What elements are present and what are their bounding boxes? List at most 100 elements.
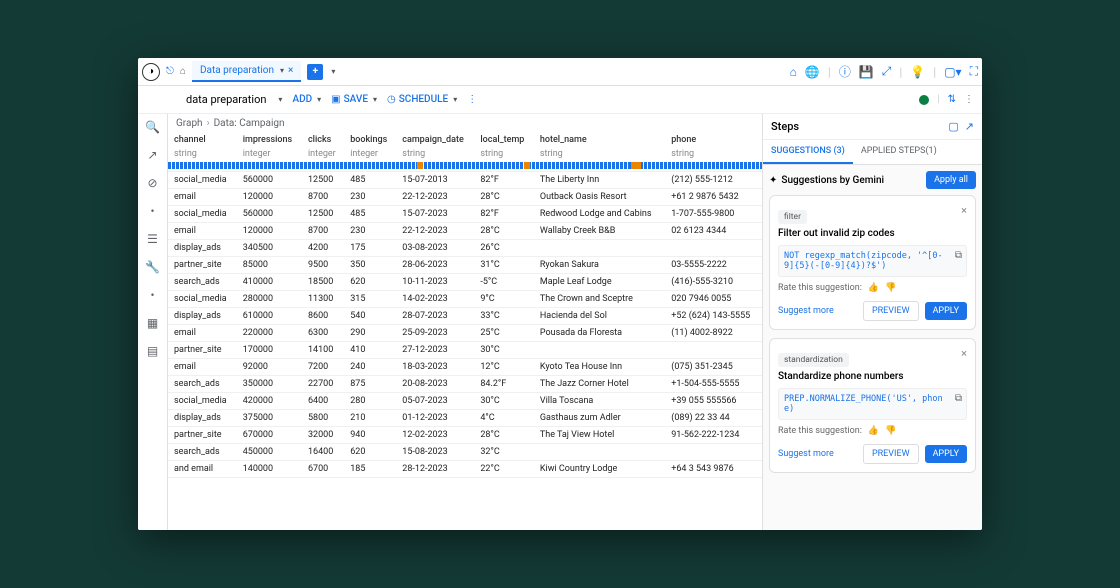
table-row[interactable]: partner_site1700001410041027-12-202330°C [168,341,762,358]
home-icon[interactable]: ⌂ [790,65,797,79]
table-row[interactable]: email220000630029025-09-202325°CPousada … [168,324,762,341]
table-row[interactable]: email92000720024018-03-202312°CKyoto Tea… [168,358,762,375]
col-clicks[interactable]: clicks [302,133,344,147]
list-icon[interactable]: ☰ [147,232,158,246]
table-row[interactable]: social_media420000640028005-07-202330°CV… [168,392,762,409]
wrench-icon[interactable]: 🔧 [145,260,160,274]
suggest-more-link[interactable]: Suggest more [778,449,834,459]
col-hotel_name[interactable]: hotel_name [534,133,665,147]
chevron-down-icon[interactable] [278,65,284,76]
thumbs-down-icon[interactable]: 👎 [885,426,896,436]
table-row[interactable]: search_ads4100001850062010-11-2023-5°CMa… [168,273,762,290]
save-button[interactable]: ▣ SAVE [331,94,377,105]
close-icon[interactable]: × [961,204,967,217]
dot-icon[interactable]: • [150,288,154,302]
app-logo-icon: ◑ [142,63,160,81]
home-icon[interactable]: ⌂ [180,66,186,77]
col-type: integer [302,147,344,161]
sort-icon[interactable]: ⇅ [948,94,956,105]
cell: 120000 [237,222,302,239]
tab-applied-steps[interactable]: APPLIED STEPS(1) [853,140,945,164]
more-icon[interactable]: ⋮ [467,94,477,105]
info-icon[interactable]: ⓘ [839,63,851,80]
table-row[interactable]: partner_site6700003200094012-02-202328°C… [168,426,762,443]
nav-icon[interactable]: ⎋ [166,66,174,77]
cell: and email [168,460,237,477]
cell: 185 [344,460,396,477]
table-row[interactable]: social_media5600001250048515-07-201382°F… [168,171,762,188]
table-row[interactable]: email120000870023022-12-202328°COutback … [168,188,762,205]
schedule-button[interactable]: ◷ SCHEDULE [387,94,457,105]
more-icon[interactable]: ⋮ [964,94,974,105]
chart-icon[interactable]: ▤ [147,344,158,358]
cell [665,341,762,358]
preview-button[interactable]: PREVIEW [863,444,919,464]
table-row[interactable]: social_media2800001130031514-02-20239°CT… [168,290,762,307]
col-campaign_date[interactable]: campaign_date [396,133,474,147]
cell: +52 (624) 143-5555 [665,307,762,324]
table-row[interactable]: social_media5600001250048515-07-202382°F… [168,205,762,222]
flow-icon[interactable]: ↗ [147,148,157,162]
cell: 25-09-2023 [396,324,474,341]
col-impressions[interactable]: impressions [237,133,302,147]
tab-data-preparation[interactable]: Data preparation × [192,61,301,82]
thumbs-down-icon[interactable]: 👎 [885,283,896,293]
popout-icon[interactable]: ↗ [965,120,974,133]
cell: 03-08-2023 [396,239,474,256]
col-phone[interactable]: phone [665,133,762,147]
breadcrumb-graph[interactable]: Graph [176,118,203,129]
table-row[interactable]: display_ads610000860054028-07-202333°CHa… [168,307,762,324]
apply-all-button[interactable]: Apply all [926,171,976,189]
globe-icon[interactable]: 🌐 [805,65,820,79]
fullscreen-icon[interactable]: ⛶ [970,64,978,79]
table-row[interactable]: display_ads340500420017503-08-202326°C [168,239,762,256]
left-rail: 🔍 ↗ ⊘ • ☰ 🔧 • ▦ ▤ [138,114,168,530]
bulb-icon[interactable]: 💡 [910,65,925,79]
col-type: string [396,147,474,161]
close-icon[interactable]: × [961,347,967,360]
dot-icon[interactable]: • [150,204,154,218]
table-row[interactable]: display_ads375000580021001-12-20234°CGas… [168,409,762,426]
cell: 420000 [237,392,302,409]
cell: +1-504-555-5555 [665,375,762,392]
check-icon[interactable]: ⊘ [147,176,157,190]
add-button[interactable]: ADD [292,94,321,105]
apply-button[interactable]: APPLY [925,445,967,463]
table-row[interactable]: search_ads3500002270087520-08-202384.2°F… [168,375,762,392]
cell: 940 [344,426,396,443]
search-icon[interactable]: 🔍 [145,120,160,134]
copy-icon[interactable]: ⧉ [955,250,962,261]
cell: 12°C [474,358,534,375]
cell: 18500 [302,273,344,290]
table-row[interactable]: partner_site85000950035028-06-202331°CRy… [168,256,762,273]
window-icon[interactable]: ▢▾ [944,65,961,79]
cell: 4°C [474,409,534,426]
col-bookings[interactable]: bookings [344,133,396,147]
new-tab-button[interactable]: + [307,64,323,80]
thumbs-up-icon[interactable]: 👍 [868,426,879,436]
col-local_temp[interactable]: local_temp [474,133,534,147]
preview-button[interactable]: PREVIEW [863,301,919,321]
expand-icon[interactable]: ⤢ [882,64,892,79]
close-icon[interactable]: × [288,65,293,76]
col-channel[interactable]: channel [168,133,237,147]
table-row[interactable]: and email140000670018528-12-202322°CKiwi… [168,460,762,477]
thumbs-up-icon[interactable]: 👍 [868,283,879,293]
cell: 28-12-2023 [396,460,474,477]
chevron-down-icon[interactable] [276,94,282,105]
chevron-down-icon[interactable] [329,66,335,77]
panel-icon[interactable]: ▢ [948,120,958,133]
tab-suggestions[interactable]: SUGGESTIONS (3) [763,140,853,164]
table-row[interactable]: email120000870023022-12-202328°CWallaby … [168,222,762,239]
table-row[interactable]: search_ads4500001640062015-08-202332°C [168,443,762,460]
grid-icon[interactable]: ▦ [147,316,158,330]
save-icon[interactable]: 💾 [859,65,874,79]
copy-icon[interactable]: ⧉ [955,393,962,404]
cell: partner_site [168,426,237,443]
apply-button[interactable]: APPLY [925,302,967,320]
cell: 170000 [237,341,302,358]
suggest-more-link[interactable]: Suggest more [778,306,834,316]
cell: 450000 [237,443,302,460]
cell: 12500 [302,205,344,222]
cell: 230 [344,188,396,205]
